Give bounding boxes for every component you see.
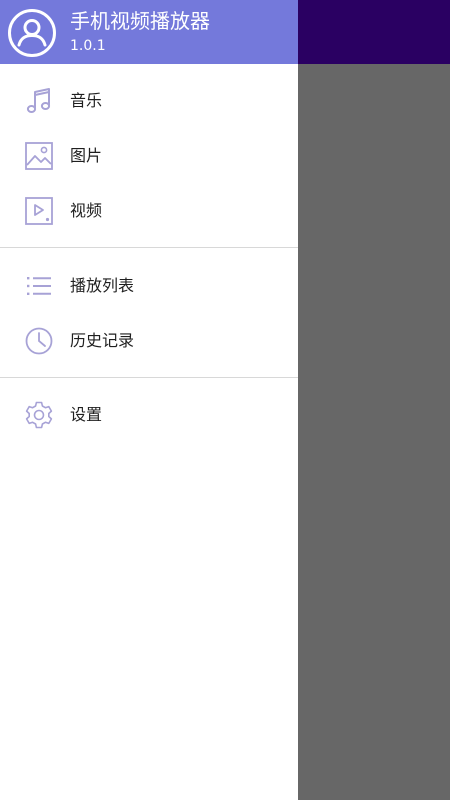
app-version: 1.0.1 bbox=[70, 38, 106, 54]
menu-item-music[interactable]: 音乐 bbox=[0, 73, 298, 128]
menu-item-pictures[interactable]: 图片 bbox=[0, 128, 298, 183]
app-screen: 手机视频播放器 1.0.1 音乐 图片 视频 播放列表 历史记录 设置 bbox=[0, 0, 450, 800]
music-note-icon bbox=[24, 86, 54, 116]
video-icon bbox=[24, 196, 54, 226]
menu-label-settings: 设置 bbox=[70, 405, 103, 424]
gear-icon bbox=[24, 400, 54, 430]
menu-label-music: 音乐 bbox=[70, 91, 103, 110]
menu-label-playlist: 播放列表 bbox=[70, 276, 135, 295]
menu-label-video: 视频 bbox=[70, 201, 103, 220]
history-icon bbox=[24, 326, 54, 356]
navigation-drawer: 手机视频播放器 1.0.1 音乐 图片 视频 播放列表 历史记录 设置 bbox=[0, 0, 298, 800]
menu-item-playlist[interactable]: 播放列表 bbox=[0, 258, 298, 313]
menu-divider bbox=[0, 377, 298, 378]
menu-item-history[interactable]: 历史记录 bbox=[0, 313, 298, 368]
menu-label-history: 历史记录 bbox=[70, 331, 135, 350]
menu-divider bbox=[0, 247, 298, 248]
drawer-scrim[interactable] bbox=[298, 64, 450, 800]
drawer-header: 手机视频播放器 1.0.1 bbox=[0, 0, 298, 64]
image-icon bbox=[24, 141, 54, 171]
menu-item-video[interactable]: 视频 bbox=[0, 183, 298, 238]
menu-item-settings[interactable]: 设置 bbox=[0, 387, 298, 442]
playlist-icon bbox=[24, 271, 54, 301]
status-bar-strip bbox=[298, 0, 450, 64]
menu-label-pictures: 图片 bbox=[70, 146, 103, 165]
avatar-icon[interactable] bbox=[8, 9, 56, 57]
app-title: 手机视频播放器 bbox=[70, 9, 210, 33]
